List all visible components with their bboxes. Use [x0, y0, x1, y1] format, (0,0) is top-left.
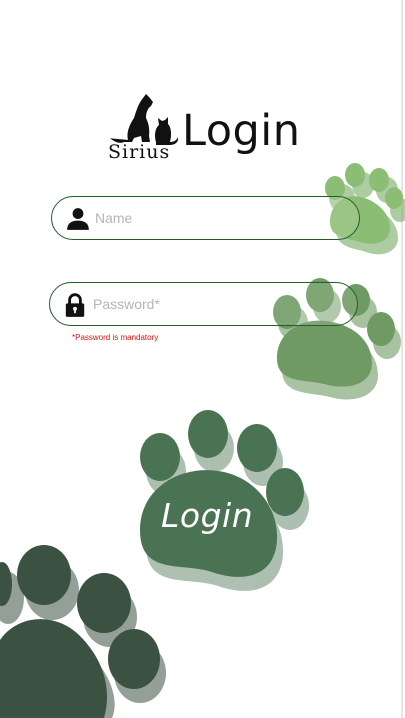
lock-icon — [65, 293, 85, 317]
brand-logo-text: Sirius — [108, 141, 171, 163]
page-title: Login — [182, 106, 301, 156]
person-icon — [67, 208, 89, 230]
password-field[interactable] — [49, 282, 358, 326]
login-button-label[interactable]: Login — [161, 496, 253, 535]
password-input[interactable] — [93, 283, 333, 325]
name-field[interactable] — [51, 196, 360, 240]
name-input[interactable] — [95, 197, 335, 239]
password-error-message: *Password is mandatory — [72, 333, 159, 342]
